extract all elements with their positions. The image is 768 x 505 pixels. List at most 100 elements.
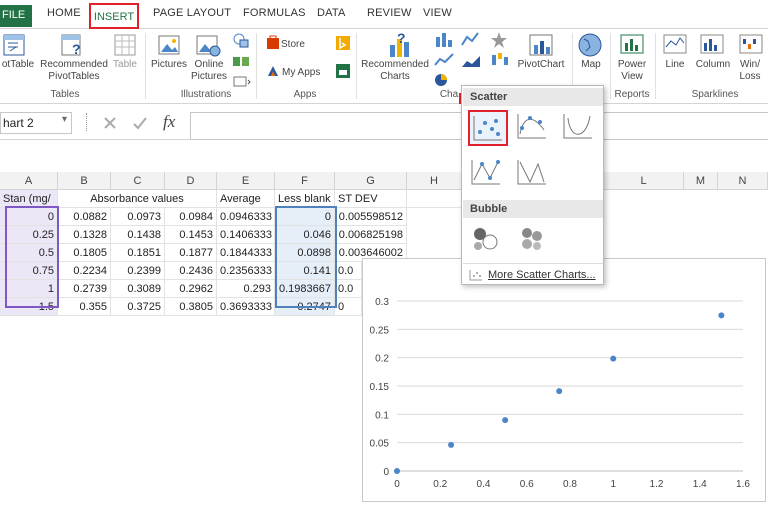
scatter-smooth-lines-markers-option[interactable] — [514, 110, 554, 146]
cell-absorbance-2[interactable]: 0.3725 — [111, 298, 165, 316]
column-header-g[interactable]: G — [335, 172, 407, 190]
column-header-n[interactable]: N — [718, 172, 768, 190]
column-header-f[interactable]: F — [275, 172, 335, 190]
people-graph-icon[interactable] — [335, 63, 351, 79]
tab-formulas[interactable]: FORMULAS — [243, 7, 306, 25]
sparkline-line-button[interactable]: Line — [660, 59, 690, 71]
name-box-dropdown-icon[interactable]: ▾ — [62, 114, 67, 125]
cell-stdev[interactable]: 0.005598512 — [335, 208, 407, 226]
cell-absorbance-2[interactable]: 0.3089 — [111, 280, 165, 298]
cell-average[interactable]: 0.1406333 — [217, 226, 275, 244]
pivottable-button[interactable]: otTable — [0, 59, 36, 71]
pictures-button[interactable]: Pictures — [150, 59, 188, 71]
recommended-pivottables-button[interactable]: Recommended PivotTables — [38, 59, 110, 83]
cell-absorbance-3[interactable]: 0.1877 — [165, 244, 217, 262]
column-header-a[interactable]: A — [0, 172, 58, 190]
bubble-option[interactable] — [468, 222, 508, 258]
scatter-markers-only-option[interactable] — [468, 110, 508, 146]
cell-absorbance-2[interactable]: 0.1851 — [111, 244, 165, 262]
cell-absorbance-1[interactable]: 0.2739 — [58, 280, 111, 298]
cell-absorbance-2[interactable]: 0.1438 — [111, 226, 165, 244]
group-label-charts: Cha — [439, 89, 459, 100]
cell-absorbance-3[interactable]: 0.1453 — [165, 226, 217, 244]
scatter-straight-lines-option[interactable] — [514, 156, 554, 192]
cell-absorbance-1[interactable]: 0.0882 — [58, 208, 111, 226]
more-scatter-charts-link[interactable]: More Scatter Charts... — [488, 269, 596, 281]
column-header-c[interactable]: C — [111, 172, 165, 190]
scatter-smooth-lines-option[interactable] — [560, 110, 600, 146]
cell-absorbance-1[interactable]: 0.1328 — [58, 226, 111, 244]
my-apps-button[interactable]: My Apps — [282, 67, 338, 79]
enter-icon[interactable] — [131, 114, 149, 132]
pie-chart-icon[interactable] — [433, 72, 455, 88]
tab-file[interactable]: FILE — [0, 5, 32, 27]
bing-icon[interactable] — [335, 35, 351, 51]
cell-stdev[interactable]: 0.0 — [335, 262, 362, 280]
column-header-b[interactable]: B — [58, 172, 111, 190]
scatter-straight-lines-markers-option[interactable] — [468, 156, 508, 192]
tab-insert[interactable]: INSERT — [89, 3, 139, 29]
tab-home[interactable]: HOME — [47, 7, 81, 25]
cell-absorbance-3[interactable]: 0.2436 — [165, 262, 217, 280]
star-chart-icon[interactable] — [489, 31, 513, 49]
column-header-m[interactable]: M — [684, 172, 718, 190]
cell-average[interactable]: 0.2356333 — [217, 262, 275, 280]
cell-absorbance-1[interactable]: 0.355 — [58, 298, 111, 316]
sparkline-column-button[interactable]: Column — [693, 59, 733, 71]
scatter-chart[interactable]: 0 0.05 0.1 0.15 0.2 0.25 0.3 0 0.2 0.4 0.6 0.8 1 1.2 1… — [362, 258, 766, 502]
bubble-3d-option[interactable] — [514, 222, 554, 258]
power-view-button[interactable]: Power View — [614, 59, 650, 83]
cell-absorbance-1[interactable]: 0.2234 — [58, 262, 111, 280]
map-button[interactable]: Map — [576, 59, 606, 71]
column-header-d[interactable]: D — [165, 172, 217, 190]
recommended-charts-button[interactable]: Recommended Charts — [360, 59, 430, 83]
line-chart-icon[interactable] — [433, 51, 459, 69]
cell-absorbance-2[interactable]: 0.2399 — [111, 262, 165, 280]
tab-page-layout[interactable]: PAGE LAYOUT — [153, 7, 231, 25]
area-chart-icon[interactable] — [460, 51, 486, 69]
header-cell-absorbance[interactable]: Absorbance values — [58, 190, 217, 208]
column-header-l[interactable]: L — [604, 172, 684, 190]
store-button[interactable]: Store — [281, 39, 311, 51]
group-divider — [356, 33, 357, 99]
column-header-h[interactable]: H — [407, 172, 462, 190]
x-tick-label: 0 — [394, 479, 400, 490]
waterfall-chart-icon[interactable] — [489, 51, 513, 69]
cell-stdev[interactable]: 0.0 — [335, 280, 362, 298]
smartart-icon[interactable] — [231, 53, 251, 71]
cell-absorbance-3[interactable]: 0.0984 — [165, 208, 217, 226]
cell-average[interactable]: 0.1844333 — [217, 244, 275, 262]
insert-function-button[interactable]: fx — [163, 112, 175, 132]
screenshot-icon[interactable] — [231, 75, 251, 89]
table-button[interactable]: Table — [110, 59, 140, 71]
empty-cell[interactable] — [407, 190, 462, 208]
cell-absorbance-3[interactable]: 0.3805 — [165, 298, 217, 316]
online-pictures-button[interactable]: Online Pictures — [188, 59, 230, 83]
tab-review[interactable]: REVIEW — [367, 7, 412, 25]
more-charts-icon — [469, 270, 482, 281]
data-point — [718, 312, 725, 319]
group-label-reports: Reports — [614, 89, 650, 100]
cell-stdev[interactable]: 0 — [335, 298, 362, 316]
pivotchart-button[interactable]: PivotChart — [513, 59, 569, 71]
tab-data[interactable]: DATA — [317, 7, 346, 25]
cell-average[interactable]: 0.0946333 — [217, 208, 275, 226]
header-cell-average[interactable]: Average — [217, 190, 275, 208]
svg-text:?: ? — [397, 31, 406, 46]
cancel-icon[interactable] — [101, 114, 119, 132]
shapes-icon[interactable] — [231, 31, 251, 49]
sparkline-winloss-button[interactable]: Win/ Loss — [735, 59, 765, 83]
header-cell-stdev[interactable]: ST DEV — [335, 190, 407, 208]
tab-view[interactable]: VIEW — [423, 7, 452, 25]
cell-average[interactable]: 0.3693333 — [217, 298, 275, 316]
cell-stdev[interactable]: 0.006825198 — [335, 226, 407, 244]
ribbon: otTable ? Recommended PivotTables Table … — [0, 29, 768, 115]
cell-average[interactable]: 0.293 — [217, 280, 275, 298]
column-header-e[interactable]: E — [217, 172, 275, 190]
column-chart-icon[interactable] — [433, 31, 457, 49]
group-label-illustrations: Illustrations — [180, 89, 232, 100]
cell-absorbance-3[interactable]: 0.2962 — [165, 280, 217, 298]
cell-absorbance-2[interactable]: 0.0973 — [111, 208, 165, 226]
hierarchy-chart-icon[interactable] — [460, 31, 486, 49]
cell-absorbance-1[interactable]: 0.1805 — [58, 244, 111, 262]
